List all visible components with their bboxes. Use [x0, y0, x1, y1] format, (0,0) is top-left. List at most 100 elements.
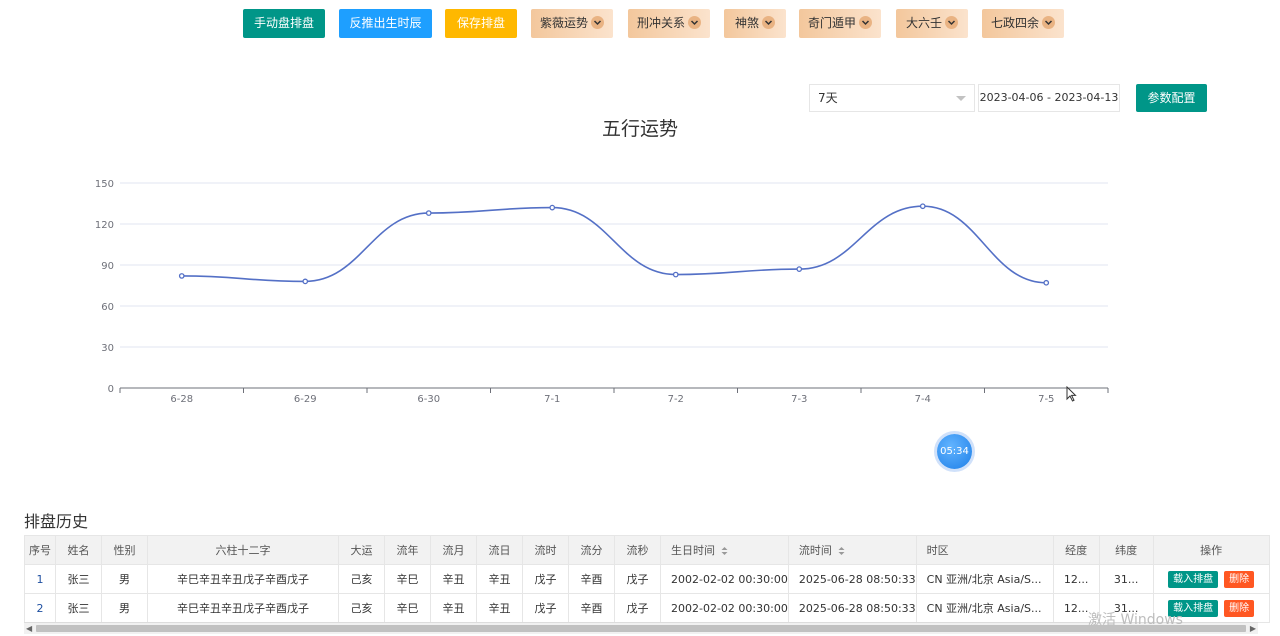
table-cell: 辛巳辛丑辛丑戊子辛酉戊子 — [147, 593, 339, 623]
column-header: 流月 — [430, 535, 477, 565]
delete-button[interactable]: 删除 — [1224, 599, 1255, 617]
actions-cell: 载入排盘 删除 — [1152, 564, 1270, 594]
column-header: 操作 — [1152, 535, 1270, 565]
table-row: 2 张三男辛巳辛丑辛丑戊子辛酉戊子 己亥 辛巳 辛丑 辛丑 戊子 辛酉 戊子 2002-02-02… — [24, 593, 1270, 623]
column-header-label: 操作 — [1200, 544, 1223, 557]
table-cell: 张三 — [55, 593, 102, 623]
data-point — [425, 210, 432, 216]
data-point — [672, 271, 679, 278]
table-cell: 男 — [101, 593, 148, 623]
data-point — [919, 203, 926, 210]
column-header-label: 时区 — [926, 544, 949, 557]
y-tick-label: 60 — [101, 302, 114, 313]
data-point — [178, 273, 185, 279]
x-tick-label: 6-30 — [417, 394, 440, 405]
x-tick-label: 6-28 — [170, 394, 193, 405]
table-cell: 31... — [1098, 564, 1154, 594]
column-header-label: 流分 — [580, 544, 603, 557]
x-tick-label: 7-5 — [1038, 394, 1054, 405]
history-title: 排盘历史 — [24, 512, 89, 531]
scroll-left-icon[interactable]: ◀ — [26, 624, 32, 633]
table-cell: 2025-06-28 08:50:33 — [787, 564, 917, 594]
column-header: 序号 — [24, 535, 56, 565]
table-cell: 辛丑 — [430, 593, 477, 623]
x-tick-label: 7-1 — [544, 394, 560, 405]
column-header[interactable]: 生日时间 — [660, 535, 789, 565]
column-header: 流分 — [568, 535, 615, 565]
y-tick-label: 0 — [108, 384, 114, 395]
y-tick-label: 30 — [101, 343, 114, 354]
load-chart-button[interactable]: 载入排盘 — [1168, 570, 1219, 588]
column-header: 大运 — [338, 535, 385, 565]
column-header: 性别 — [101, 535, 148, 565]
table-cell: 12... — [1052, 564, 1100, 594]
line-chart: 0 30 60 90 120 150 6-28 6-29 6-30 7-1 7-2 7-3 7-4 7-5 — [95, 179, 1109, 405]
column-header-label: 大运 — [350, 544, 373, 557]
table-cell: 戊子 — [522, 593, 569, 623]
table-cell: 2002-02-02 00:30:00 — [660, 593, 789, 623]
table-header-row: 序号 姓名 性别 六柱十二字 大运 流年 流月 流日 流时 流分 流秒 生日时间 流时间 时区 经度 纬度 操作 — [24, 535, 1270, 565]
table-cell: 辛巳 — [384, 593, 431, 623]
scroll-right-icon[interactable]: ▶ — [1250, 624, 1256, 633]
column-header-label: 六柱十二字 — [215, 544, 271, 557]
table-cell: 戊子 — [522, 564, 569, 594]
mouse-cursor-icon — [1066, 386, 1077, 402]
table-cell: 2025-06-28 08:50:33 — [787, 593, 917, 623]
column-header-label: 经度 — [1065, 544, 1088, 557]
table-cell: CN 亚洲/北京 Asia/S... — [915, 564, 1054, 594]
table-cell: 辛巳 — [384, 564, 431, 594]
table-cell: 辛酉 — [568, 564, 615, 594]
table-cell: 1 — [24, 564, 56, 594]
table-cell: 戊子 — [614, 564, 661, 594]
table-cell: 辛丑 — [476, 564, 523, 594]
table-cell: 张三 — [55, 564, 102, 594]
scrollbar-thumb[interactable] — [36, 625, 1246, 632]
column-header-label: 纬度 — [1115, 544, 1138, 557]
table-cell: 辛酉 — [568, 593, 615, 623]
table-cell: CN 亚洲/北京 Asia/S... — [915, 593, 1054, 623]
column-header-label: 序号 — [29, 544, 51, 557]
table-cell: 己亥 — [338, 593, 385, 623]
column-header-label: 流时间 — [798, 544, 832, 557]
timer-badge[interactable]: 05:34 — [937, 434, 972, 469]
table-cell: 辛巳辛丑辛丑戊子辛酉戊子 — [147, 564, 339, 594]
table-cell: 2 — [24, 593, 56, 623]
horizontal-scrollbar[interactable]: ◀ ▶ — [24, 622, 1258, 634]
column-header: 流日 — [476, 535, 523, 565]
table-row: 1 张三男辛巳辛丑辛丑戊子辛酉戊子 己亥 辛巳 辛丑 辛丑 戊子 辛酉 戊子 2002-02-02… — [24, 564, 1270, 594]
column-header[interactable]: 流时间 — [787, 535, 917, 565]
column-header: 六柱十二字 — [147, 535, 339, 565]
y-tick-label: 120 — [95, 220, 114, 231]
column-header-label: 姓名 — [67, 544, 90, 557]
column-header: 流秒 — [614, 535, 661, 565]
windows-watermark: 激活 Windows — [1088, 612, 1183, 628]
sort-icon[interactable] — [838, 546, 845, 556]
delete-button[interactable]: 删除 — [1224, 570, 1255, 588]
table-cell: 2002-02-02 00:30:00 — [660, 564, 789, 594]
column-header: 纬度 — [1098, 535, 1154, 565]
table-cell: 戊子 — [614, 593, 661, 623]
data-point — [796, 266, 803, 272]
y-tick-label: 90 — [101, 261, 114, 272]
series-line — [181, 205, 1047, 284]
x-tick-label: 6-29 — [294, 394, 317, 405]
table-cell: 己亥 — [338, 564, 385, 594]
column-header-label: 流时 — [534, 544, 557, 557]
column-header-label: 流月 — [442, 544, 465, 557]
column-header: 时区 — [915, 535, 1054, 565]
x-tick-label: 7-3 — [791, 394, 807, 405]
column-header: 经度 — [1052, 535, 1100, 565]
column-header-label: 流日 — [488, 544, 511, 557]
data-point — [302, 278, 309, 285]
column-header-label: 生日时间 — [671, 544, 715, 557]
y-tick-label: 150 — [95, 179, 114, 190]
table-cell: 男 — [101, 564, 148, 594]
sort-icon[interactable] — [721, 546, 728, 556]
x-tick-label: 7-2 — [668, 394, 684, 405]
column-header: 流时 — [522, 535, 569, 565]
data-point — [549, 204, 556, 211]
table-cell: 辛丑 — [476, 593, 523, 623]
column-header: 姓名 — [55, 535, 102, 565]
history-table: 序号 姓名 性别 六柱十二字 大运 流年 流月 流日 流时 流分 流秒 生日时间 流时间 时区 经度 纬度 操作… — [24, 535, 1270, 623]
column-header: 流年 — [384, 535, 431, 565]
